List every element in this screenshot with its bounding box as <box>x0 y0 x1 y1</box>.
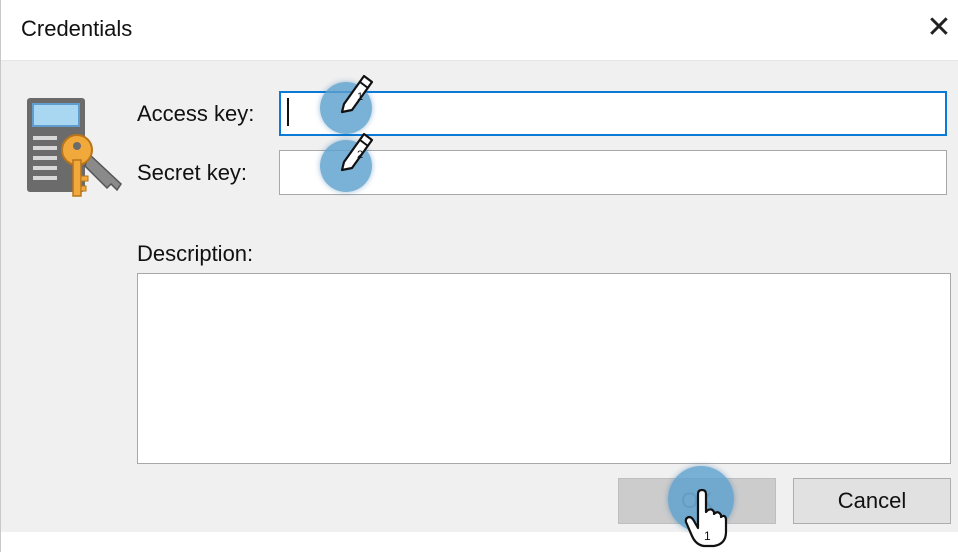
text-caret <box>287 98 289 126</box>
credentials-dialog: Credentials ✕ Access key: Secret key: De… <box>0 0 958 552</box>
pencil-icon: 1 <box>340 74 374 114</box>
secret-key-label: Secret key: <box>137 160 248 185</box>
access-key-input[interactable] <box>279 91 947 136</box>
credentials-key-icon <box>27 98 122 197</box>
step-number: 1 <box>357 91 363 103</box>
description-label: Description: <box>137 241 254 266</box>
step-number: 2 <box>357 149 363 161</box>
bottom-strip <box>1 532 958 552</box>
cancel-button[interactable]: Cancel <box>793 478 951 524</box>
secret-key-input[interactable] <box>279 150 947 195</box>
pencil-icon: 2 <box>340 132 374 172</box>
step-number: 1 <box>704 529 711 543</box>
hand-pointer-icon: 1 <box>684 488 728 548</box>
description-textarea[interactable] <box>137 273 951 464</box>
access-key-label: Access key: <box>137 101 255 126</box>
title-bar: Credentials ✕ <box>1 0 958 61</box>
dialog-title: Credentials <box>21 16 133 41</box>
close-icon[interactable]: ✕ <box>919 8 958 48</box>
